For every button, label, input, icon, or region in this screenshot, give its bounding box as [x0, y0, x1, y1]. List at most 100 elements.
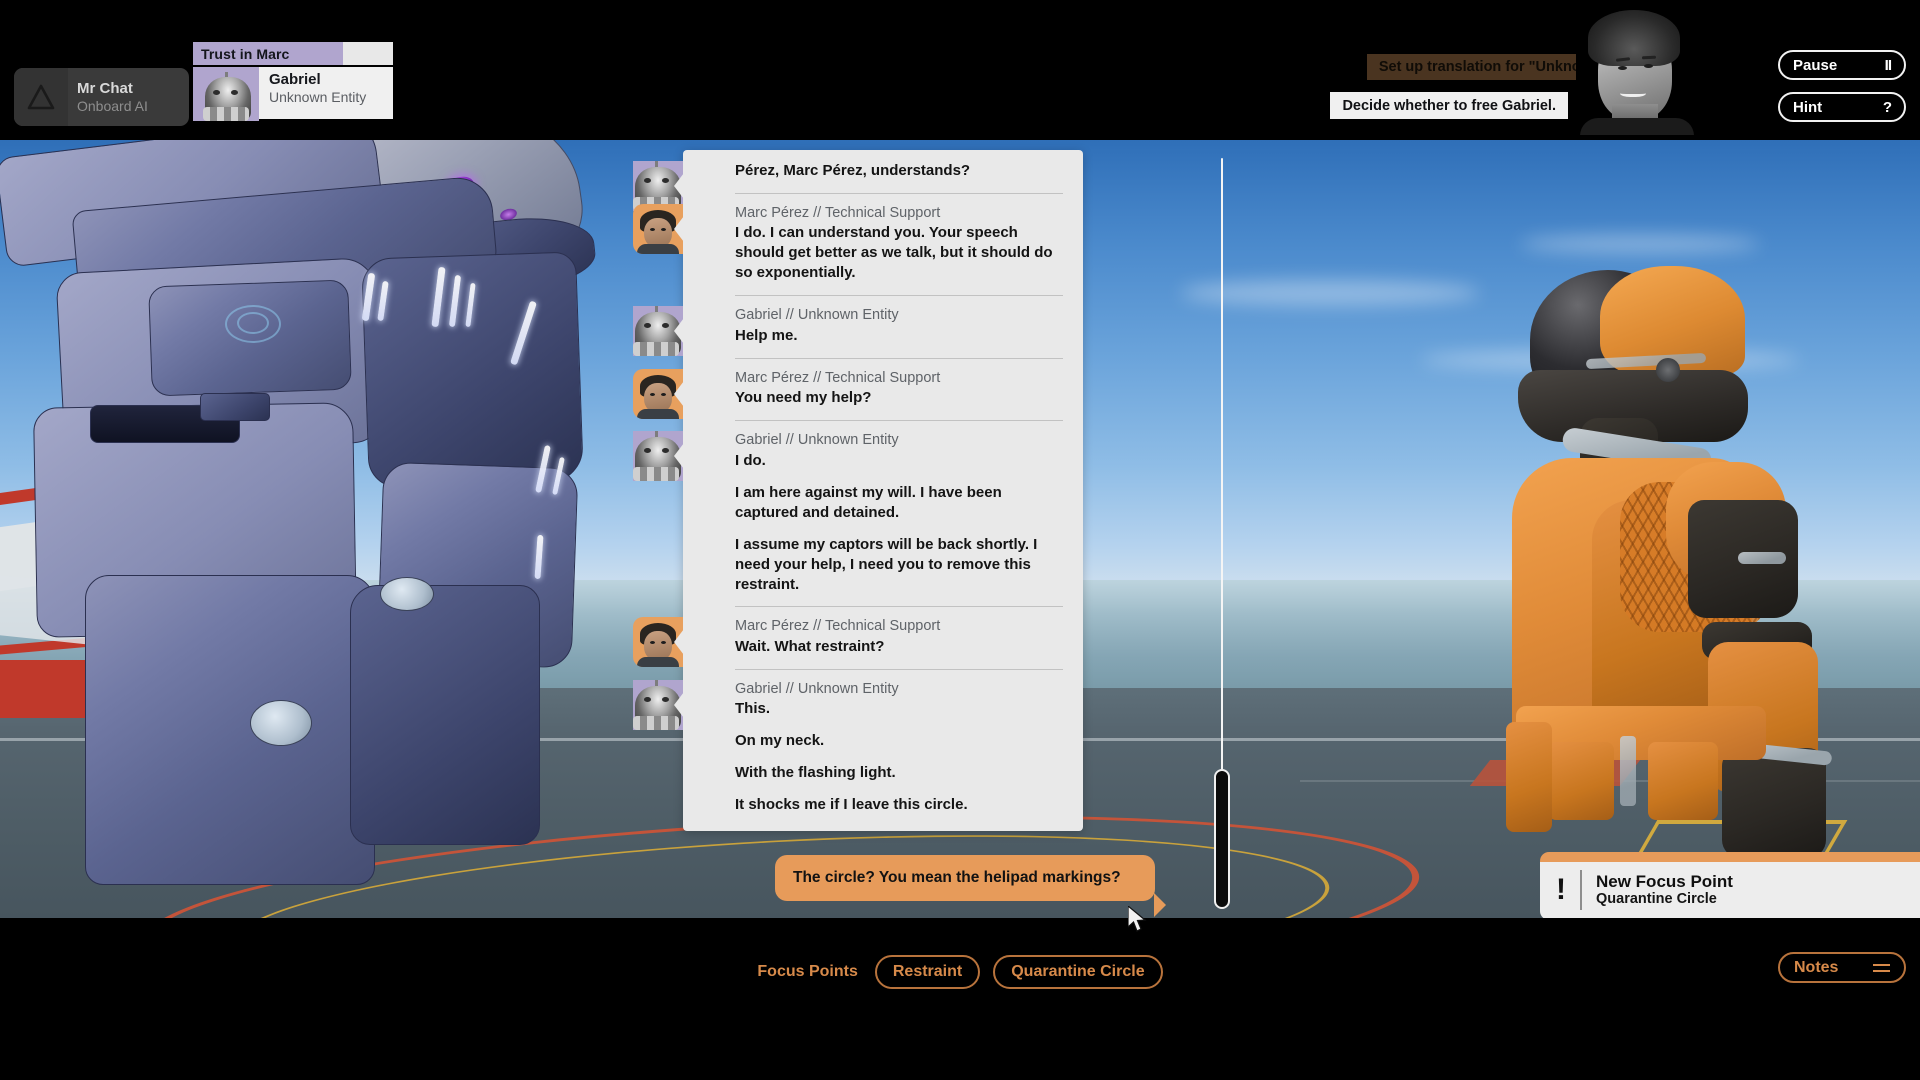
focus-points-label: Focus Points — [757, 963, 858, 980]
portrait-eye-right — [1644, 64, 1653, 68]
hamburger-icon — [1873, 963, 1890, 972]
belt-pouch — [1548, 742, 1614, 820]
player-reply-bubble[interactable]: The circle? You mean the helipad marking… — [775, 855, 1166, 918]
mouse-cursor — [1127, 904, 1148, 939]
new-focus-point-toast: ! New Focus Point Quarantine Circle — [1540, 852, 1920, 920]
hint-label: Hint — [1793, 98, 1823, 116]
focus-points-bar: Focus Points Restraint Quarantine Circle — [0, 952, 1920, 992]
pause-button[interactable]: Pause II — [1778, 50, 1906, 80]
alien-eye-right — [231, 90, 238, 95]
alien-detail-block — [200, 393, 270, 421]
chat-message-text: Wait. What restraint? — [735, 637, 885, 655]
focus-point-chip-1[interactable]: Quarantine Circle — [993, 955, 1163, 989]
chat-message: Marc Pérez // Technical Support I do. I c… — [633, 192, 1083, 295]
contact-role: Unknown Entity — [269, 88, 367, 105]
portrait-eye-right — [661, 227, 666, 231]
exclamation-icon: ! — [1556, 870, 1582, 910]
human-character-marc — [1470, 266, 1890, 918]
portrait-shoulders — [637, 657, 679, 668]
chat-message-text: With the flashing light. — [735, 764, 896, 782]
chat-message-list: Pérez, Marc Pérez, understands? Marc Pére… — [633, 150, 1083, 832]
human-avatar — [633, 617, 683, 668]
portrait-shoulders — [637, 243, 679, 254]
belt-pouch — [1648, 742, 1718, 820]
portrait-eye-left — [650, 392, 655, 396]
human-portrait — [637, 208, 679, 254]
cloud — [1180, 280, 1480, 306]
portrait-hair — [1588, 10, 1680, 66]
portrait-eye-left — [650, 227, 655, 231]
portrait-smile — [1620, 88, 1646, 97]
objective-current: Decide whether to free Gabriel. — [1330, 92, 1568, 119]
bottom-hud-bar — [0, 918, 1920, 1080]
chat-message: Gabriel // Unknown Entity I do. I am here … — [633, 420, 1083, 606]
chat-message-text: Help me. — [735, 326, 798, 344]
alien-eye-left — [644, 178, 651, 183]
notes-button[interactable]: Notes — [1778, 952, 1906, 983]
chat-message: Gabriel // Unknown Entity Help me. — [633, 295, 1083, 357]
rank-insignia — [1738, 552, 1786, 564]
alien-eye-left — [213, 90, 220, 95]
alien-character-gabriel — [0, 140, 640, 885]
alien-collar — [633, 715, 679, 730]
chat-message-text: I do. — [735, 451, 766, 469]
chat-message-speaker: Marc Pérez // Technical Support — [735, 369, 941, 386]
portrait-shoulders — [637, 408, 679, 419]
chat-panel[interactable]: Pérez, Marc Pérez, understands? Marc Pére… — [633, 150, 1083, 832]
alien-chest-emblem-inner — [237, 312, 269, 334]
belt-strap — [1620, 736, 1636, 806]
toast-title: New Focus Point — [1596, 871, 1733, 891]
chat-message-speaker: Gabriel // Unknown Entity — [735, 432, 899, 449]
alien-collar — [203, 107, 249, 121]
chat-message: Marc Pérez // Technical Support You need … — [633, 357, 1083, 420]
contact-row: Gabriel Unknown Entity — [193, 65, 393, 121]
alien-port — [380, 577, 434, 611]
focus-point-chip-0[interactable]: Restraint — [874, 955, 981, 989]
pause-icon: II — [1884, 56, 1892, 74]
portrait-shoulders — [1580, 118, 1694, 135]
onboard-ai-name: Mr Chat — [77, 79, 133, 97]
hint-button[interactable]: Hint ? — [1778, 92, 1906, 122]
alien-hip-plate — [350, 585, 540, 845]
alien-avatar — [633, 431, 683, 482]
alien-collar — [633, 342, 679, 357]
onboard-ai-card[interactable]: Mr Chat Onboard AI — [14, 68, 189, 126]
portrait-eye-left — [1618, 66, 1627, 70]
alien-eye-right — [662, 178, 669, 183]
helmet-sensor — [1656, 358, 1680, 382]
chat-message-speaker: Marc Pérez // Technical Support — [735, 204, 941, 221]
chat-message-speaker: Gabriel // Unknown Entity — [735, 680, 899, 697]
chat-message-text: I assume my captors will be back shortly… — [735, 535, 1038, 593]
chat-message-text: I do. I can understand you. Your speech … — [735, 224, 1053, 282]
chat-message-text: I am here against my will. I have been c… — [735, 483, 1002, 521]
cloud — [1520, 235, 1760, 253]
contact-name: Gabriel — [269, 71, 321, 88]
chat-message-text: It shocks me if I leave this circle. — [735, 796, 968, 814]
chat-message: Pérez, Marc Pérez, understands? — [633, 150, 1083, 211]
chat-scrollbar-thumb[interactable] — [1214, 769, 1230, 909]
chat-message-speaker: Gabriel // Unknown Entity — [735, 307, 899, 324]
hip-holster — [1506, 722, 1552, 832]
human-portrait — [637, 621, 679, 668]
alien-eye-left — [644, 696, 651, 702]
portrait-eye-right — [661, 392, 666, 396]
chat-message-text: This. — [735, 700, 771, 718]
contact-trust-card[interactable]: Trust in Marc Gabriel Unknown Entity — [193, 42, 393, 121]
triangle-icon — [14, 68, 68, 126]
trust-meter: Trust in Marc — [193, 42, 393, 65]
player-portrait — [1576, 0, 1698, 135]
human-avatar — [633, 203, 683, 254]
chat-message-speaker: Marc Pérez // Technical Support — [735, 618, 941, 635]
human-portrait — [637, 373, 679, 419]
human-avatar — [633, 368, 683, 419]
player-reply-text: The circle? You mean the helipad marking… — [793, 869, 1121, 886]
alien-avatar — [633, 306, 683, 357]
game-screen: Pérez, Marc Pérez, understands? Marc Pére… — [0, 0, 1920, 1080]
elbow-guard — [1722, 748, 1826, 858]
alien-port — [250, 700, 312, 746]
alien-avatar — [193, 67, 259, 121]
alien-leg-plate — [85, 575, 375, 885]
chat-message: Gabriel // Unknown Entity This. On my neck… — [633, 668, 1083, 827]
alien-avatar — [633, 679, 683, 730]
chat-message-text: You need my help? — [735, 389, 872, 407]
